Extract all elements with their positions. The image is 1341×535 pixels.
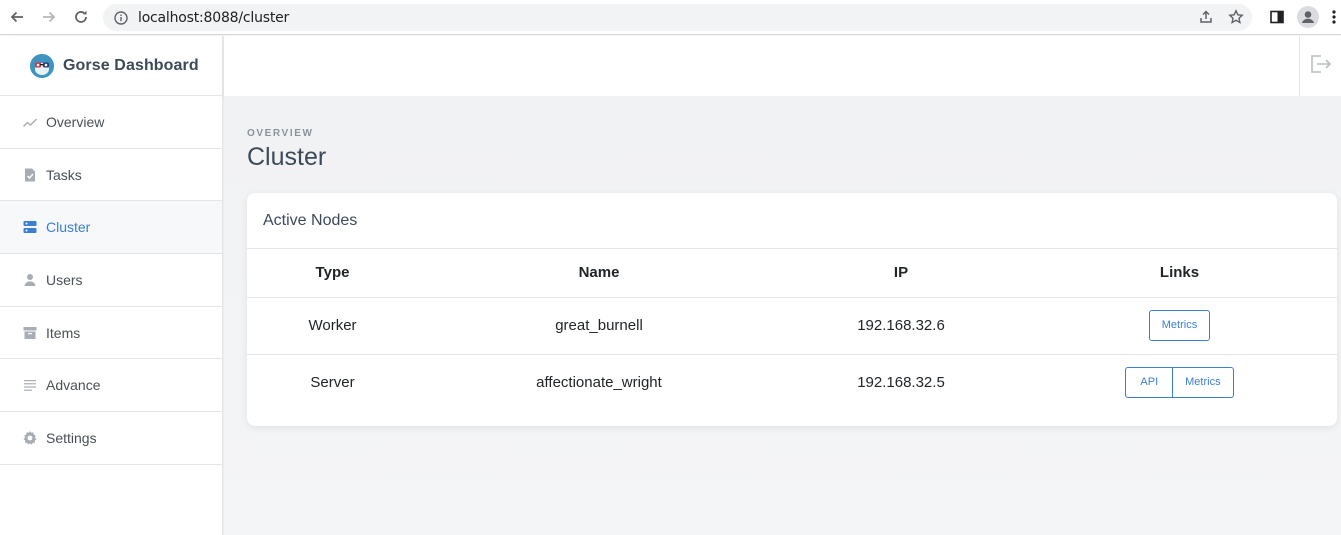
logout-button[interactable]	[1299, 36, 1341, 96]
sidebar-item-tasks[interactable]: Tasks	[0, 149, 222, 202]
sidebar-item-label: Tasks	[46, 166, 82, 183]
share-icon[interactable]	[1198, 9, 1214, 30]
bookmark-star-icon[interactable]	[1228, 9, 1244, 30]
node-name: affectionate_wright	[536, 374, 662, 392]
table-header-row: Type Name IP Links	[247, 249, 1337, 298]
profile-avatar-icon[interactable]	[1297, 6, 1319, 33]
table-row: Server affectionate_wright 192.168.32.5 …	[247, 354, 1337, 411]
user-icon	[22, 272, 38, 288]
sidebar-item-cluster[interactable]: Cluster	[0, 201, 222, 255]
node-links: Metrics	[1022, 297, 1337, 355]
page-title: Cluster	[247, 143, 327, 171]
gorse-logo-icon	[30, 53, 54, 78]
forward-arrow-icon[interactable]	[38, 6, 60, 28]
top-header	[224, 36, 1341, 96]
column-header-name: Name	[418, 249, 780, 298]
node-type: Server	[310, 374, 355, 392]
info-icon[interactable]	[113, 10, 129, 26]
metrics-button[interactable]: Metrics	[1173, 367, 1234, 399]
back-arrow-icon[interactable]	[6, 6, 28, 28]
archive-box-icon	[22, 325, 38, 341]
sidebar-item-label: Settings	[46, 429, 97, 446]
logout-icon	[1310, 54, 1332, 79]
address-url[interactable]: localhost:8088/cluster	[138, 10, 289, 26]
more-menu-icon[interactable]	[1331, 9, 1337, 30]
sidebar-item-label: Cluster	[46, 219, 91, 236]
list-lines-icon	[22, 377, 38, 393]
sidebar-item-label: Overview	[46, 113, 105, 130]
side-panel-icon[interactable]	[1269, 9, 1285, 30]
reload-icon[interactable]	[70, 6, 92, 28]
column-header-type: Type	[247, 249, 418, 298]
sidebar-item-users[interactable]: Users	[0, 254, 222, 307]
trend-line-icon	[22, 114, 38, 130]
node-links: API Metrics	[1022, 354, 1337, 411]
sidebar-item-label: Items	[46, 324, 81, 341]
gear-icon	[22, 430, 38, 446]
node-name: great_burnell	[418, 297, 780, 355]
links-button-group: API Metrics	[1125, 367, 1234, 399]
sidebar-item-label: Users	[46, 271, 83, 288]
page-eyebrow: OVERVIEW	[247, 128, 314, 139]
sidebar-item-overview[interactable]: Overview	[0, 96, 222, 149]
address-bar[interactable]: localhost:8088/cluster	[103, 4, 1252, 31]
sidebar-item-advance[interactable]: Advance	[0, 359, 222, 413]
main-content: OVERVIEW Cluster Active Nodes Type Name …	[224, 96, 1341, 535]
card-title: Active Nodes	[247, 193, 1337, 249]
brand-title: Gorse Dashboard	[63, 56, 199, 74]
document-check-icon	[22, 167, 38, 183]
sidebar: Gorse Dashboard Overview Tasks Cluster U…	[0, 36, 223, 535]
metrics-button[interactable]: Metrics	[1148, 310, 1211, 341]
api-button[interactable]: API	[1125, 367, 1174, 399]
sidebar-item-items[interactable]: Items	[0, 307, 222, 360]
browser-toolbar: localhost:8088/cluster	[0, 0, 1341, 35]
active-nodes-card: Active Nodes Type Name IP Links Worker g…	[247, 193, 1337, 426]
nodes-table: Type Name IP Links Worker great_burnell …	[247, 249, 1337, 411]
brand[interactable]: Gorse Dashboard	[0, 36, 222, 96]
column-header-links: Links	[1022, 249, 1337, 298]
server-icon	[22, 219, 38, 235]
sidebar-item-settings[interactable]: Settings	[0, 412, 222, 465]
node-ip: 192.168.32.5	[857, 374, 945, 392]
sidebar-item-label: Advance	[46, 377, 101, 394]
node-type: Worker	[247, 297, 418, 355]
column-header-ip: IP	[780, 249, 1022, 298]
node-ip: 192.168.32.6	[780, 297, 1022, 355]
table-row: Worker great_burnell 192.168.32.6 Metric…	[247, 297, 1337, 355]
